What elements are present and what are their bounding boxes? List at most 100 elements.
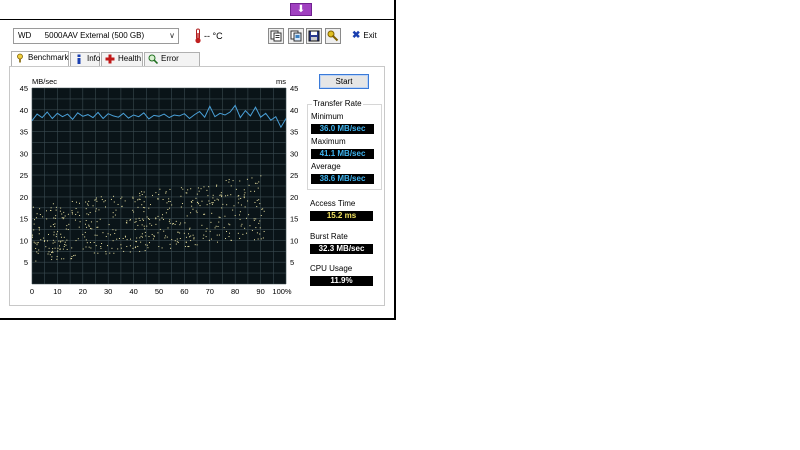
access-time-dot: [186, 215, 188, 217]
access-time-dot: [135, 221, 137, 223]
access-time-dot: [180, 195, 182, 197]
access-time-dot: [180, 222, 182, 224]
access-time-dot: [133, 211, 135, 213]
access-time-dot: [61, 258, 63, 260]
access-time-dot: [48, 251, 50, 253]
benchmark-chart: 5 5 10 10 15 15 20 20 25 25 30 30 35 35 40 40 45 45 0 10 20 3…: [20, 77, 299, 296]
copy-info-button[interactable]: [268, 28, 284, 44]
y-tick-label-right: 35: [290, 128, 298, 137]
access-time-dot: [71, 210, 73, 212]
access-time-dot: [192, 208, 194, 210]
access-time-dot: [243, 194, 245, 196]
y-tick-label-left: 15: [20, 215, 28, 224]
access-time-dot: [214, 199, 216, 201]
access-time-dot: [115, 209, 117, 211]
access-time-dot: [75, 240, 77, 242]
access-time-dot: [144, 250, 146, 252]
access-time-dot: [120, 244, 122, 246]
access-time-dot: [262, 208, 264, 210]
y-tick-label-right: 10: [290, 236, 298, 245]
access-time-dot: [245, 232, 247, 234]
access-time-dot: [51, 256, 53, 258]
access-time-dot: [210, 238, 212, 240]
access-time-dot: [175, 220, 177, 222]
y-tick-label-left: 30: [20, 149, 28, 158]
access-time-dot: [123, 250, 125, 252]
access-time-dot: [158, 194, 160, 196]
access-time-dot: [259, 220, 261, 222]
access-time-dot: [33, 229, 35, 231]
access-time-dot: [253, 239, 255, 241]
access-time-dot: [134, 228, 136, 230]
access-time-dot: [198, 190, 200, 192]
access-time-dot: [103, 201, 105, 203]
access-time-value: 15.2 ms: [310, 211, 373, 221]
access-time-dot: [115, 229, 117, 231]
access-time-dot: [55, 206, 57, 208]
access-time-dot: [125, 236, 127, 238]
access-time-dot: [43, 237, 45, 239]
access-time-dot: [171, 204, 173, 206]
drive-selector[interactable]: WD 5000AAV External (500 GB) ∨: [13, 28, 179, 44]
tab-health[interactable]: Health: [101, 52, 143, 66]
tab-info[interactable]: Info: [70, 52, 100, 66]
download-arrow-icon[interactable]: ⬇: [290, 3, 312, 16]
save-button[interactable]: [306, 28, 322, 44]
access-time-dot: [53, 231, 55, 233]
access-time-dot: [190, 240, 192, 242]
access-time-dot: [50, 209, 52, 211]
access-time-dot: [218, 234, 220, 236]
access-time-dot: [147, 247, 149, 249]
access-time-dot: [89, 227, 91, 229]
access-time-dot: [132, 196, 134, 198]
access-time-dot: [63, 211, 65, 213]
access-time-dot: [126, 239, 128, 241]
access-time-dot: [60, 207, 62, 209]
access-time-dot: [215, 185, 217, 187]
y-tick-label-left: 45: [20, 84, 28, 93]
copy-screenshot-button[interactable]: [288, 28, 304, 44]
access-time-dot: [185, 241, 187, 243]
access-time-dot: [100, 246, 102, 248]
access-time-dot: [201, 200, 203, 202]
access-time-dot: [259, 233, 261, 235]
exit-button[interactable]: ✖ Exit: [352, 29, 377, 43]
access-time-dot: [196, 244, 198, 246]
access-time-dot: [91, 228, 93, 230]
access-time-dot: [52, 239, 54, 241]
access-time-dot: [169, 207, 171, 209]
access-time-dot: [205, 236, 207, 238]
access-time-dot: [141, 193, 143, 195]
access-time-dot: [52, 252, 54, 254]
x-tick-label: 80: [231, 287, 239, 296]
options-button[interactable]: [325, 28, 341, 44]
access-time-dot: [177, 241, 179, 243]
access-time-dot: [130, 238, 132, 240]
transfer-rate-title: Transfer Rate: [312, 99, 363, 108]
tab-benchmark[interactable]: Benchmark: [11, 51, 69, 67]
access-time-dot: [112, 212, 114, 214]
access-time-dot: [169, 201, 171, 203]
start-button[interactable]: Start: [319, 74, 369, 89]
access-time-dot: [33, 241, 35, 243]
average-label: Average: [311, 162, 341, 171]
access-time-dot: [117, 203, 119, 205]
access-time-dot: [71, 211, 73, 213]
access-time-dot: [120, 247, 122, 249]
hdtune-window: ⬇ WD 5000AAV External (500 GB) ∨ -- °C ✖…: [0, 0, 396, 320]
access-time-dot: [206, 227, 208, 229]
access-time-dot: [65, 244, 67, 246]
wrench-icon: [327, 30, 339, 42]
access-time-dot: [95, 197, 97, 199]
access-time-dot: [244, 192, 246, 194]
access-time-dot: [134, 221, 136, 223]
tab-error-scan[interactable]: Error Scan: [144, 52, 200, 75]
access-time-dot: [62, 240, 64, 242]
access-time-dot: [146, 244, 148, 246]
access-time-dot: [57, 231, 59, 233]
access-time-dot: [227, 194, 229, 196]
access-time-dot: [226, 230, 228, 232]
access-time-dot: [43, 240, 45, 242]
access-time-dot: [167, 227, 169, 229]
access-time-dot: [47, 233, 49, 235]
